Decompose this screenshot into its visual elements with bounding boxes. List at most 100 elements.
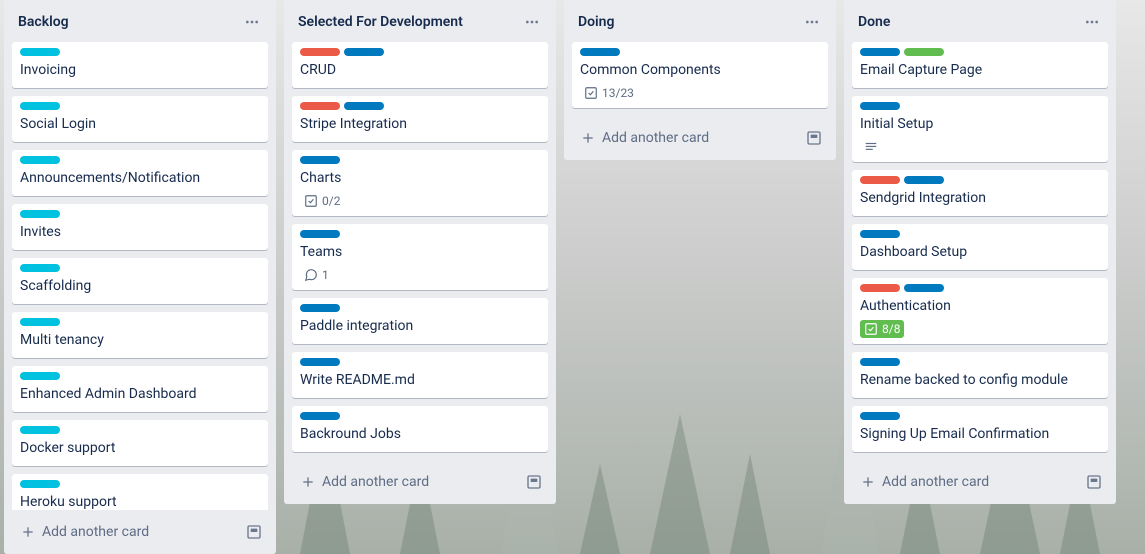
- label-blue[interactable]: [580, 48, 620, 56]
- card-title: Docker support: [20, 438, 260, 458]
- list-title[interactable]: Backlog: [18, 14, 69, 30]
- card-labels: [20, 156, 260, 164]
- list-menu-button[interactable]: [796, 10, 828, 34]
- add-card-button[interactable]: Add another card: [852, 468, 1080, 496]
- card-title: Initial Setup: [860, 114, 1100, 134]
- label-sky[interactable]: [20, 480, 60, 488]
- label-red[interactable]: [300, 102, 340, 110]
- label-blue[interactable]: [904, 176, 944, 184]
- card-labels: [580, 48, 820, 56]
- description-icon: [864, 140, 878, 154]
- label-sky[interactable]: [20, 210, 60, 218]
- label-blue[interactable]: [300, 156, 340, 164]
- card-labels: [300, 230, 540, 238]
- template-icon: [526, 474, 542, 490]
- list-title[interactable]: Selected For Development: [298, 14, 463, 30]
- list-footer: Add another card: [284, 460, 556, 504]
- label-sky[interactable]: [20, 264, 60, 272]
- plus-icon: [20, 524, 36, 540]
- card[interactable]: Authentication8/8: [852, 278, 1108, 344]
- card[interactable]: Announcements/Notification: [12, 150, 268, 196]
- list-menu-button[interactable]: [516, 10, 548, 34]
- card[interactable]: Social Login: [12, 96, 268, 142]
- list-title[interactable]: Done: [858, 14, 890, 30]
- add-card-button[interactable]: Add another card: [572, 124, 800, 152]
- list: Done Email Capture Page Initial Setup Sendg…: [844, 0, 1116, 504]
- label-red[interactable]: [300, 48, 340, 56]
- card[interactable]: Multi tenancy: [12, 312, 268, 358]
- card[interactable]: Initial Setup: [852, 96, 1108, 162]
- add-card-button[interactable]: Add another card: [12, 518, 240, 546]
- card-labels: [20, 102, 260, 110]
- card[interactable]: Docker support: [12, 420, 268, 466]
- label-blue[interactable]: [344, 48, 384, 56]
- plus-icon: [860, 474, 876, 490]
- card[interactable]: Write README.md: [292, 352, 548, 398]
- card[interactable]: Backround Jobs: [292, 406, 548, 452]
- card-badges: [860, 138, 1100, 156]
- card[interactable]: Stripe Integration: [292, 96, 548, 142]
- label-blue[interactable]: [300, 230, 340, 238]
- card[interactable]: Invoicing: [12, 42, 268, 88]
- label-green[interactable]: [904, 48, 944, 56]
- list-menu-button[interactable]: [1076, 10, 1108, 34]
- checklist-icon: [584, 86, 598, 100]
- card-labels: [20, 264, 260, 272]
- label-blue[interactable]: [344, 102, 384, 110]
- card[interactable]: Dashboard Setup: [852, 224, 1108, 270]
- label-blue[interactable]: [300, 412, 340, 420]
- cards-container: Invoicing Social Login Announcements/Notif…: [4, 42, 276, 510]
- create-from-template-button[interactable]: [1080, 468, 1108, 496]
- ellipsis-icon: [244, 14, 260, 30]
- label-blue[interactable]: [860, 230, 900, 238]
- card[interactable]: Signing Up Email Confirmation: [852, 406, 1108, 452]
- card-labels: [860, 284, 1100, 292]
- label-sky[interactable]: [20, 372, 60, 380]
- label-blue[interactable]: [300, 304, 340, 312]
- label-blue[interactable]: [860, 102, 900, 110]
- label-red[interactable]: [860, 284, 900, 292]
- card-labels: [860, 412, 1100, 420]
- label-sky[interactable]: [20, 426, 60, 434]
- card[interactable]: CRUD: [292, 42, 548, 88]
- label-sky[interactable]: [20, 156, 60, 164]
- card-title: Common Components: [580, 60, 820, 80]
- create-from-template-button[interactable]: [520, 468, 548, 496]
- create-from-template-button[interactable]: [240, 518, 268, 546]
- list-title[interactable]: Doing: [578, 14, 614, 30]
- template-icon: [806, 130, 822, 146]
- card-title: Signing Up Email Confirmation: [860, 424, 1100, 444]
- card[interactable]: Teams1: [292, 224, 548, 290]
- ellipsis-icon: [1084, 14, 1100, 30]
- card[interactable]: Scaffolding: [12, 258, 268, 304]
- card-labels: [20, 210, 260, 218]
- card[interactable]: Email Capture Page: [852, 42, 1108, 88]
- label-blue[interactable]: [860, 358, 900, 366]
- card-title: Stripe Integration: [300, 114, 540, 134]
- label-red[interactable]: [860, 176, 900, 184]
- checklist-badge-text: 8/8: [882, 322, 900, 336]
- card[interactable]: Common Components13/23: [572, 42, 828, 108]
- add-card-button[interactable]: Add another card: [292, 468, 520, 496]
- label-blue[interactable]: [904, 284, 944, 292]
- create-from-template-button[interactable]: [800, 124, 828, 152]
- cards-container: CRUD Stripe Integration Charts0/2 Teams1 Pad…: [284, 42, 556, 460]
- card[interactable]: Sendgrid Integration: [852, 170, 1108, 216]
- checklist-badge-text: 0/2: [322, 194, 340, 208]
- label-sky[interactable]: [20, 318, 60, 326]
- card[interactable]: Invites: [12, 204, 268, 250]
- label-blue[interactable]: [300, 358, 340, 366]
- label-sky[interactable]: [20, 102, 60, 110]
- card[interactable]: Enhanced Admin Dashboard: [12, 366, 268, 412]
- card[interactable]: Rename backed to config module: [852, 352, 1108, 398]
- card[interactable]: Charts0/2: [292, 150, 548, 216]
- card-title: Dashboard Setup: [860, 242, 1100, 262]
- card[interactable]: Paddle integration: [292, 298, 548, 344]
- card[interactable]: Heroku support: [12, 474, 268, 510]
- card-title: Teams: [300, 242, 540, 262]
- list-menu-button[interactable]: [236, 10, 268, 34]
- card-title: Enhanced Admin Dashboard: [20, 384, 260, 404]
- label-blue[interactable]: [860, 48, 900, 56]
- label-blue[interactable]: [860, 412, 900, 420]
- label-sky[interactable]: [20, 48, 60, 56]
